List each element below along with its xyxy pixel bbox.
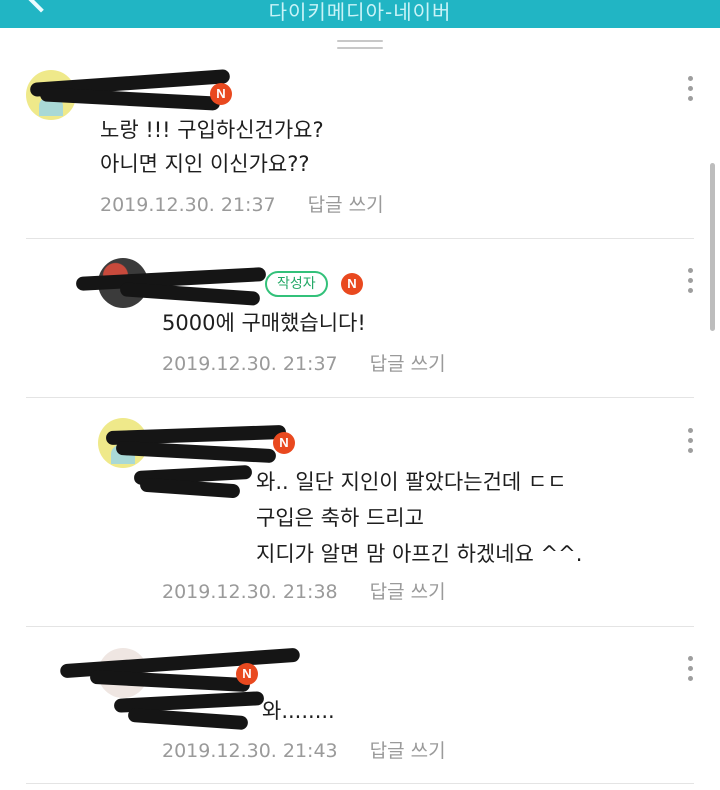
reply-button[interactable]: 답글 쓰기 <box>370 353 446 375</box>
redacted-mention <box>127 707 249 731</box>
redacted-username <box>119 282 261 306</box>
divider <box>26 238 694 239</box>
more-vertical-icon[interactable] <box>688 268 694 298</box>
redacted-mention <box>139 477 241 499</box>
comment-date: 2019.12.30. 21:43 <box>162 740 338 762</box>
comment-text: 와.. 일단 지인이 팔았다는건데 ㄷㄷ 구입은 축하 드리고 지디가 알면 맘… <box>256 470 583 566</box>
comment-meta: 2019.12.30. 21:43 답글 쓰기 <box>162 736 446 763</box>
new-badge-icon: N <box>341 273 363 295</box>
comment-text: 와........ <box>262 699 335 723</box>
divider <box>26 397 694 398</box>
comment-date: 2019.12.30. 21:38 <box>162 581 338 603</box>
comment-date: 2019.12.30. 21:37 <box>100 194 276 216</box>
new-badge-icon: N <box>273 432 295 454</box>
new-badge-icon: N <box>210 83 232 105</box>
comment-meta: 2019.12.30. 21:37 답글 쓰기 <box>100 190 384 217</box>
top-bar: 다이키메디아-네이버 <box>0 0 720 28</box>
reply-button[interactable]: 답글 쓰기 <box>308 194 384 216</box>
divider <box>26 783 694 784</box>
new-badge-icon: N <box>236 663 258 685</box>
reply-button[interactable]: 답글 쓰기 <box>370 740 446 762</box>
reply-button[interactable]: 답글 쓰기 <box>370 581 446 603</box>
comment-meta: 2019.12.30. 21:37 답글 쓰기 <box>162 349 446 376</box>
more-vertical-icon[interactable] <box>688 656 694 686</box>
author-badge: 작성자 <box>265 271 328 297</box>
comment-meta: 2019.12.30. 21:38 답글 쓰기 <box>162 577 446 604</box>
divider <box>26 626 694 627</box>
drag-handle[interactable] <box>337 40 383 54</box>
comment-text: 5000에 구매했습니다! <box>162 311 366 335</box>
comment-text: 노랑 !!! 구입하신건가요? 아니면 지인 이신가요?? <box>100 118 324 176</box>
more-vertical-icon[interactable] <box>688 76 694 106</box>
page-title: 다이키메디아-네이버 <box>268 0 452 24</box>
scrollbar[interactable] <box>710 163 715 331</box>
more-vertical-icon[interactable] <box>688 428 694 458</box>
comment-date: 2019.12.30. 21:37 <box>162 353 338 375</box>
